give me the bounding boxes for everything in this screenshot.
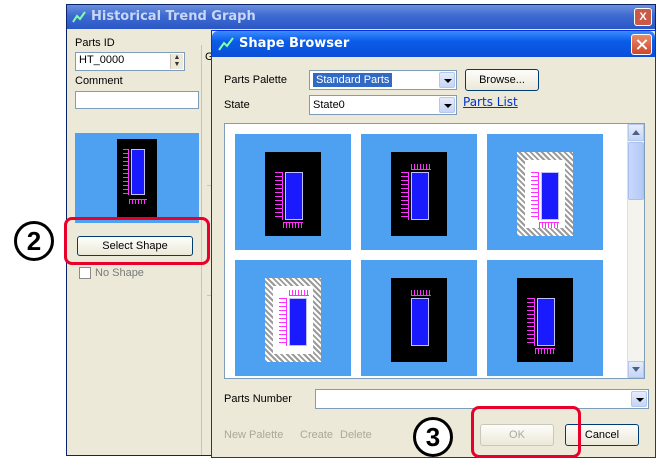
shape-thumbnail — [265, 278, 321, 362]
chevron-down-icon[interactable] — [631, 391, 647, 407]
dialog-title: Shape Browser — [239, 36, 350, 51]
shape-thumbnail — [391, 152, 447, 236]
state-select[interactable]: State0 — [309, 95, 457, 115]
browse-button[interactable]: Browse... — [465, 69, 539, 91]
parts-palette-select[interactable]: Standard Parts — [309, 70, 457, 90]
gallery-item[interactable] — [487, 134, 603, 250]
parts-id-value: HT_0000 — [79, 54, 125, 66]
no-shape-checkbox-box[interactable] — [79, 267, 91, 280]
gallery-scrollbar[interactable] — [627, 124, 644, 378]
parts-id-field[interactable]: HT_0000 ▲ ▼ — [75, 52, 185, 71]
shape-thumbnail — [517, 152, 573, 236]
preview-shape-image — [117, 139, 157, 217]
state-label: State — [224, 99, 250, 111]
gallery-item[interactable] — [361, 134, 477, 250]
no-shape-label: No Shape — [95, 267, 144, 279]
state-value: State0 — [313, 99, 345, 111]
dialog-title-bar: Shape Browser — [212, 31, 655, 57]
delete-link[interactable]: Delete — [340, 429, 372, 441]
shape-thumbnail — [391, 278, 447, 362]
gallery-item[interactable] — [361, 260, 477, 376]
parts-palette-label: Parts Palette — [224, 74, 287, 86]
parts-id-label: Parts ID — [75, 37, 115, 49]
parts-number-label: Parts Number — [224, 393, 292, 405]
scroll-up-icon[interactable] — [628, 124, 644, 141]
step2-badge: 2 — [14, 221, 54, 261]
chevron-down-icon[interactable] — [439, 72, 455, 88]
parts-list-link[interactable]: Parts List — [463, 95, 518, 109]
new-palette-link[interactable]: New Palette — [224, 429, 283, 441]
gallery-item[interactable] — [487, 260, 603, 376]
shape-thumbnail — [517, 278, 573, 362]
step3-badge: 3 — [413, 417, 453, 457]
graph-app-icon — [72, 11, 86, 23]
scroll-thumb[interactable] — [628, 142, 644, 200]
graph-app-icon — [218, 37, 234, 51]
parts-id-spinner-icon[interactable]: ▲ ▼ — [170, 54, 183, 69]
outer-close-icon[interactable]: X — [634, 8, 652, 26]
comment-label: Comment — [75, 75, 123, 87]
shape-thumbnail — [265, 152, 321, 236]
create-link[interactable]: Create — [300, 429, 333, 441]
scroll-down-icon[interactable] — [628, 361, 644, 378]
close-icon[interactable] — [631, 34, 652, 55]
step3-highlight — [471, 406, 581, 458]
gallery-item[interactable] — [235, 260, 351, 376]
no-shape-checkbox[interactable]: No Shape — [79, 267, 144, 280]
step2-highlight — [64, 217, 210, 265]
gallery-item[interactable] — [235, 134, 351, 250]
parts-palette-value: Standard Parts — [313, 73, 393, 87]
chevron-down-icon[interactable] — [439, 97, 455, 113]
comment-field[interactable] — [75, 91, 199, 109]
shape-gallery — [224, 123, 645, 379]
outer-title-bar: Historical Trend Graph X — [67, 5, 655, 29]
outer-window-title: Historical Trend Graph — [91, 9, 256, 24]
shape-preview — [75, 133, 199, 223]
shape-browser-dialog: Shape Browser Parts Palette Standard Par… — [211, 30, 656, 458]
